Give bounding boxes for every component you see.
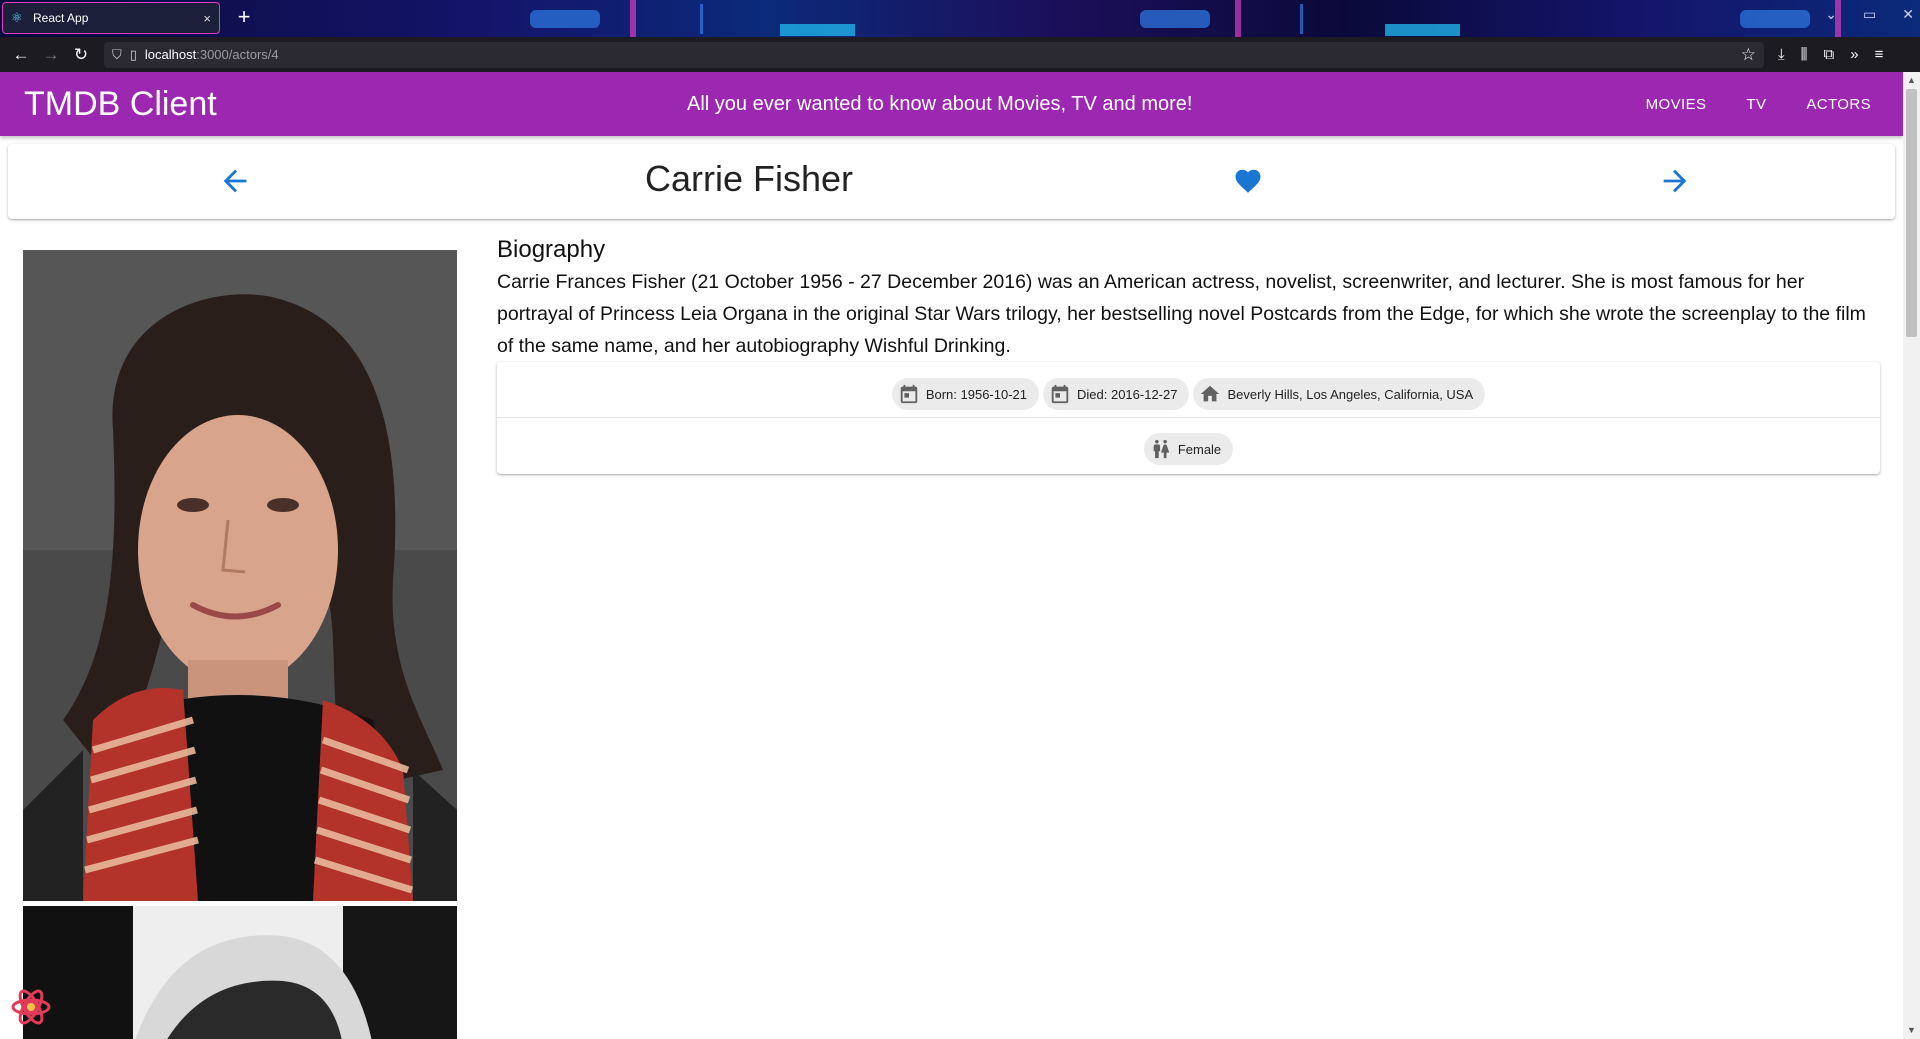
arrow-left-icon[interactable] bbox=[218, 164, 252, 198]
app-menu-icon[interactable]: ≡ bbox=[1875, 46, 1884, 63]
menu-item-movies[interactable]: MOVIES bbox=[1646, 96, 1707, 113]
browser-toolbar: ⤓ ⫼ ⧉ » ≡ bbox=[1778, 46, 1883, 63]
tab-close-icon[interactable]: × bbox=[203, 11, 211, 26]
app-tagline: All you ever wanted to know about Movies… bbox=[687, 93, 1193, 115]
details-row-gender: Female bbox=[497, 433, 1880, 465]
born-chip: Born: 1956-10-21 bbox=[891, 378, 1040, 410]
actor-details-card: Born: 1956-10-21 Died: 2016-12-27 Beverl… bbox=[497, 362, 1880, 474]
overflow-chevron-icon[interactable]: » bbox=[1850, 46, 1858, 63]
page-viewport: TMDB Client All you ever wanted to know … bbox=[0, 72, 1920, 1039]
react-favicon-icon: ⚛ bbox=[11, 10, 23, 25]
died-label: Died: 2016-12-27 bbox=[1077, 386, 1178, 402]
url-bar[interactable]: ⛉ ▯ localhost :3000/actors/4 ☆ bbox=[104, 41, 1764, 68]
scrollbar-thumb[interactable] bbox=[1906, 89, 1917, 337]
page-info-icon[interactable]: ▯ bbox=[130, 47, 137, 63]
downloads-icon[interactable]: ⤓ bbox=[1778, 46, 1785, 63]
arrow-right-icon[interactable] bbox=[1658, 164, 1692, 198]
tab-strip-decoration bbox=[530, 0, 1841, 37]
menu-item-tv[interactable]: TV bbox=[1746, 96, 1766, 113]
scroll-down-icon[interactable]: ▼ bbox=[1903, 1022, 1920, 1039]
born-label: Born: 1956-10-21 bbox=[925, 386, 1028, 402]
actor-photo bbox=[23, 250, 457, 901]
menu-item-actors[interactable]: ACTORS bbox=[1806, 96, 1871, 113]
browser-tab-strip: ⚛ React App × + ⌄ ▭ ✕ bbox=[0, 0, 1920, 37]
main-menu: MOVIES TV ACTORS bbox=[1646, 96, 1871, 113]
actor-header-card: Carrie Fisher bbox=[8, 144, 1895, 219]
url-path: :3000/actors/4 bbox=[196, 47, 279, 62]
react-devtools-icon[interactable] bbox=[10, 986, 52, 1028]
library-icon[interactable]: ⫼ bbox=[1801, 46, 1808, 63]
calendar-icon bbox=[900, 384, 918, 404]
browser-tab-active[interactable]: ⚛ React App × bbox=[2, 2, 220, 34]
app-bar: TMDB Client All you ever wanted to know … bbox=[0, 72, 1903, 136]
biography-text: Carrie Frances Fisher (21 October 1956 -… bbox=[497, 271, 1866, 357]
back-icon[interactable]: ← bbox=[6, 45, 36, 65]
reload-icon[interactable]: ↻ bbox=[66, 45, 96, 65]
tab-title: React App bbox=[33, 11, 89, 25]
minimize-icon[interactable]: ▭ bbox=[1863, 6, 1876, 23]
tracking-shield-icon[interactable]: ⛉ bbox=[112, 47, 122, 63]
wc-icon bbox=[1153, 439, 1170, 459]
window-close-icon[interactable]: ✕ bbox=[1902, 6, 1914, 23]
gender-chip: Female bbox=[1143, 433, 1234, 465]
details-row-dates: Born: 1956-10-21 Died: 2016-12-27 Beverl… bbox=[497, 378, 1880, 410]
page-scrollbar[interactable]: ▲ ▼ bbox=[1903, 72, 1920, 1039]
calendar-icon bbox=[1051, 384, 1069, 404]
actor-photo-secondary bbox=[23, 906, 457, 1039]
heart-icon[interactable] bbox=[1232, 166, 1264, 196]
bookmark-star-icon[interactable]: ☆ bbox=[1741, 45, 1756, 65]
url-host: localhost bbox=[144, 47, 197, 62]
birthplace-label: Beverly Hills, Los Angeles, California, … bbox=[1227, 386, 1474, 402]
list-all-tabs-icon[interactable]: ⌄ bbox=[1825, 6, 1837, 23]
birthplace-chip: Beverly Hills, Los Angeles, California, … bbox=[1193, 378, 1486, 410]
forward-icon[interactable]: → bbox=[36, 45, 66, 65]
new-tab-button[interactable]: + bbox=[232, 5, 256, 29]
gender-label: Female bbox=[1177, 441, 1222, 457]
details-divider bbox=[497, 417, 1880, 418]
window-controls: ⌄ ▭ ✕ bbox=[1825, 6, 1914, 23]
home-icon bbox=[1201, 385, 1220, 402]
scroll-up-icon[interactable]: ▲ bbox=[1903, 72, 1920, 89]
app-brand[interactable]: TMDB Client bbox=[24, 85, 217, 124]
died-chip: Died: 2016-12-27 bbox=[1043, 378, 1190, 410]
actor-name: Carrie Fisher bbox=[645, 158, 854, 199]
biography-heading: Biography bbox=[497, 236, 606, 263]
extensions-icon[interactable]: ⧉ bbox=[1824, 46, 1835, 63]
browser-nav-bar: ← → ↻ ⛉ ▯ localhost :3000/actors/4 ☆ ⤓ ⫼… bbox=[0, 37, 1920, 72]
